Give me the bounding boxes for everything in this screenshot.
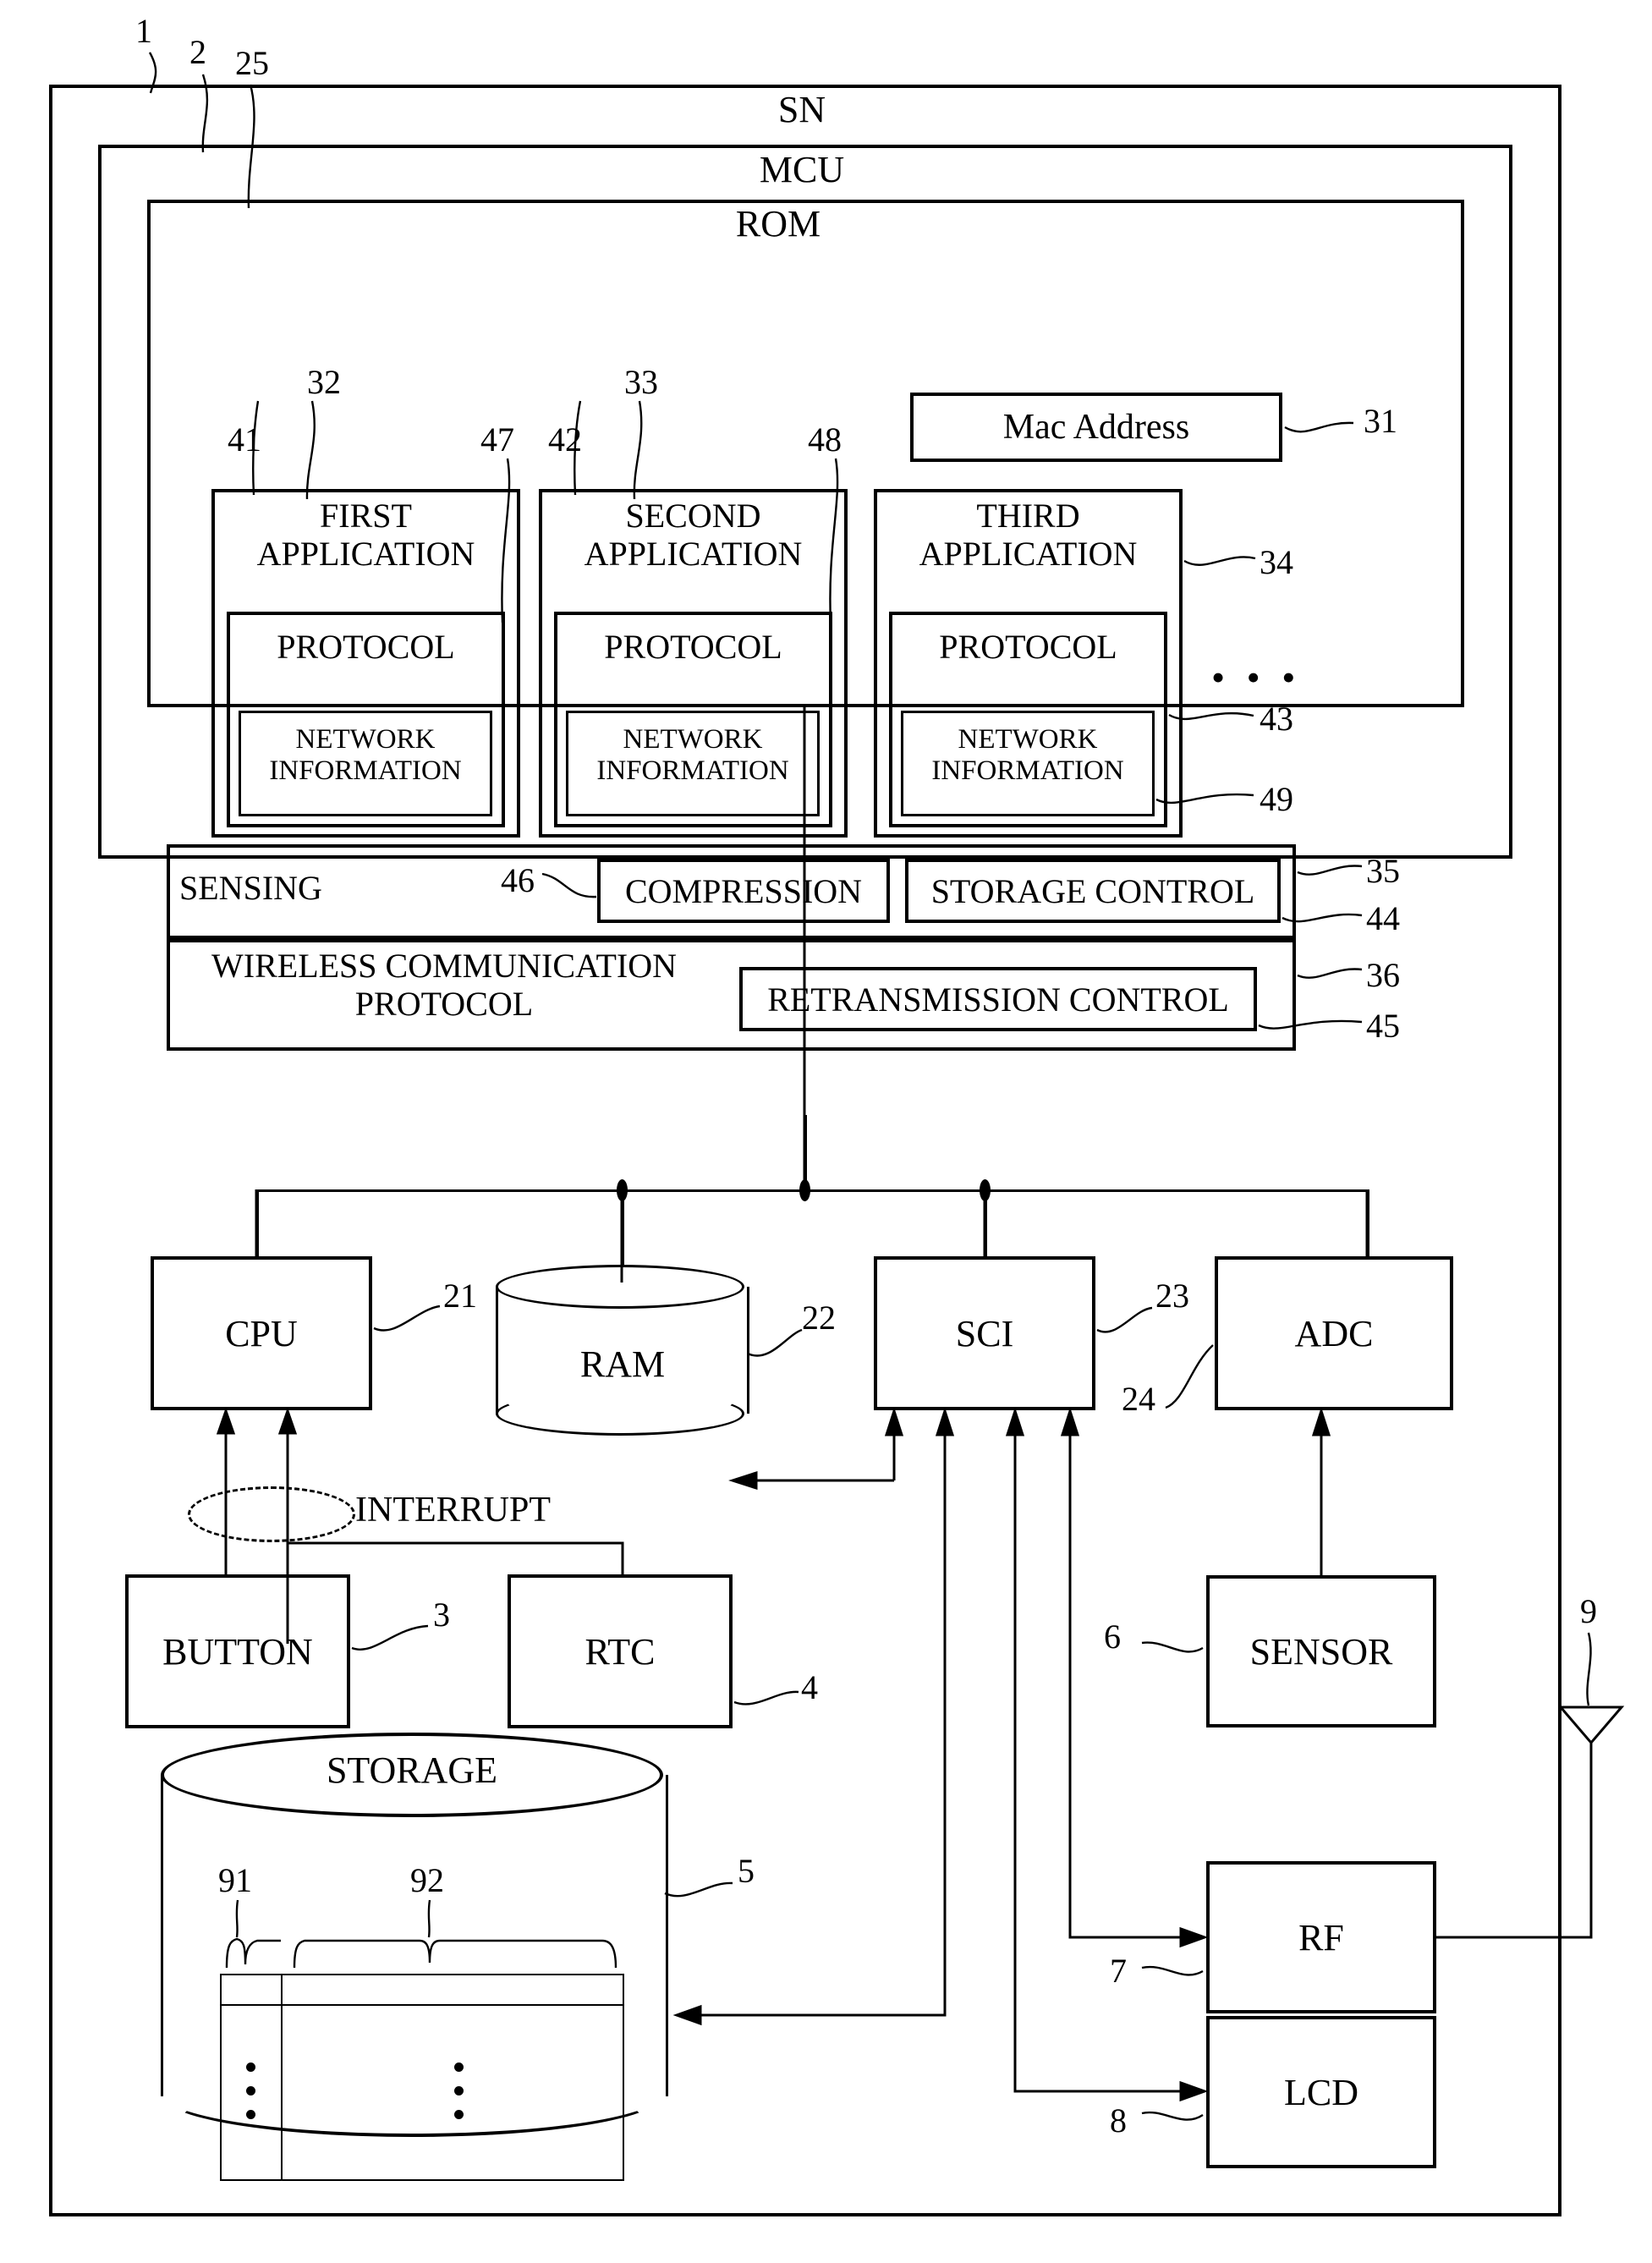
bus-right-drop	[1367, 1189, 1369, 1257]
adc-box: ADC	[1215, 1256, 1453, 1410]
storage-label: STORAGE	[326, 1749, 498, 1791]
mcu-label: MCU	[759, 149, 845, 190]
bus-left-drop	[256, 1189, 259, 1257]
ref-21: 21	[443, 1277, 477, 1315]
ref-22: 22	[802, 1299, 836, 1337]
interrupt-ellipse	[188, 1486, 355, 1542]
ref-48: 48	[808, 420, 842, 459]
ref-92: 92	[410, 1861, 444, 1899]
sn-label: SN	[777, 89, 826, 130]
sensing-label: SENSING	[179, 869, 322, 907]
ref-49: 49	[1260, 780, 1293, 818]
storage-col2-ellipsis	[454, 2063, 464, 2119]
storage-col1-ellipsis	[246, 2063, 255, 2119]
compression-box: COMPRESSION	[597, 859, 890, 923]
ref-36: 36	[1366, 956, 1400, 994]
ref-35: 35	[1366, 852, 1400, 890]
ref-24: 24	[1122, 1380, 1155, 1418]
ref-45: 45	[1366, 1007, 1400, 1045]
sensor-label: SENSOR	[1249, 1630, 1393, 1673]
third-network-information-label: NETWORK INFORMATION	[931, 724, 1124, 786]
rtc-box: RTC	[508, 1574, 733, 1728]
ref-42: 42	[548, 420, 582, 459]
applications-ellipsis: • • •	[1211, 656, 1302, 699]
storage-table-row-divider	[220, 2004, 624, 2006]
mac-address-box: Mac Address	[910, 393, 1282, 462]
third-protocol-label: PROTOCOL	[939, 628, 1117, 666]
second-protocol-label: PROTOCOL	[604, 628, 782, 666]
second-network-information-label: NETWORK INFORMATION	[596, 724, 789, 786]
storage-control-box: STORAGE CONTROL	[905, 859, 1281, 923]
sci-label: SCI	[955, 1312, 1014, 1354]
lcd-label: LCD	[1284, 2071, 1358, 2113]
rf-label: RF	[1298, 1916, 1344, 1958]
mac-address-label: Mac Address	[1002, 408, 1190, 447]
rtc-label: RTC	[585, 1630, 656, 1673]
ref-33: 33	[624, 363, 658, 401]
ref-46: 46	[501, 861, 535, 899]
patent-figure: 1 2 25 SN MCU ROM Mac Address 31 32 41 4…	[0, 0, 1652, 2263]
ref-47: 47	[480, 420, 514, 459]
bus-junction-ram	[617, 1179, 628, 1201]
ref-5: 5	[738, 1852, 755, 1890]
third-application-label: THIRD APPLICATION	[919, 497, 1138, 573]
ref-8: 8	[1110, 2101, 1127, 2139]
button-box: BUTTON	[125, 1574, 350, 1728]
ref-4: 4	[801, 1668, 818, 1706]
ref-43: 43	[1260, 700, 1293, 738]
ref-23: 23	[1155, 1277, 1189, 1315]
first-application-label: FIRST APPLICATION	[256, 497, 475, 573]
ref-41: 41	[228, 420, 261, 459]
retransmission-control-label: RETRANSMISSION CONTROL	[767, 980, 1229, 1019]
ref-3: 3	[433, 1596, 450, 1634]
lcd-box: LCD	[1206, 2016, 1436, 2168]
ref-1: 1	[135, 12, 152, 50]
sci-box: SCI	[874, 1256, 1095, 1410]
ram-label-wrap: RAM	[496, 1343, 749, 1386]
ref-31: 31	[1364, 402, 1397, 440]
rf-box: RF	[1206, 1861, 1436, 2013]
ref-91: 91	[218, 1861, 252, 1899]
compression-label: COMPRESSION	[624, 871, 863, 910]
first-network-information-label: NETWORK INFORMATION	[269, 724, 462, 786]
interrupt-label: INTERRUPT	[355, 1491, 551, 1530]
sensor-box: SENSOR	[1206, 1575, 1436, 1727]
rom-label: ROM	[735, 203, 821, 244]
first-protocol-label: PROTOCOL	[277, 628, 455, 666]
ref-7: 7	[1110, 1952, 1127, 1990]
ref-6: 6	[1104, 1618, 1121, 1656]
bus-junction-sci	[980, 1179, 991, 1201]
ref-32: 32	[307, 363, 341, 401]
ref-25: 25	[235, 44, 269, 82]
adc-label: ADC	[1294, 1312, 1374, 1354]
ref-9: 9	[1580, 1592, 1597, 1630]
cpu-box: CPU	[151, 1256, 372, 1410]
retransmission-control-box: RETRANSMISSION CONTROL	[739, 967, 1257, 1031]
bus-junction-rom	[799, 1179, 810, 1201]
ref-2: 2	[189, 33, 206, 71]
ref-44: 44	[1366, 899, 1400, 937]
button-label: BUTTON	[162, 1630, 313, 1673]
ram-label: RAM	[579, 1343, 666, 1386]
storage-control-label: STORAGE CONTROL	[930, 871, 1255, 910]
second-application-label: SECOND APPLICATION	[584, 497, 803, 573]
wireless-communication-protocol-label: WIRELESS COMMUNICATION PROTOCOL	[211, 947, 677, 1023]
cpu-label: CPU	[225, 1312, 298, 1354]
system-bus	[256, 1189, 1369, 1192]
ref-34: 34	[1260, 543, 1293, 581]
